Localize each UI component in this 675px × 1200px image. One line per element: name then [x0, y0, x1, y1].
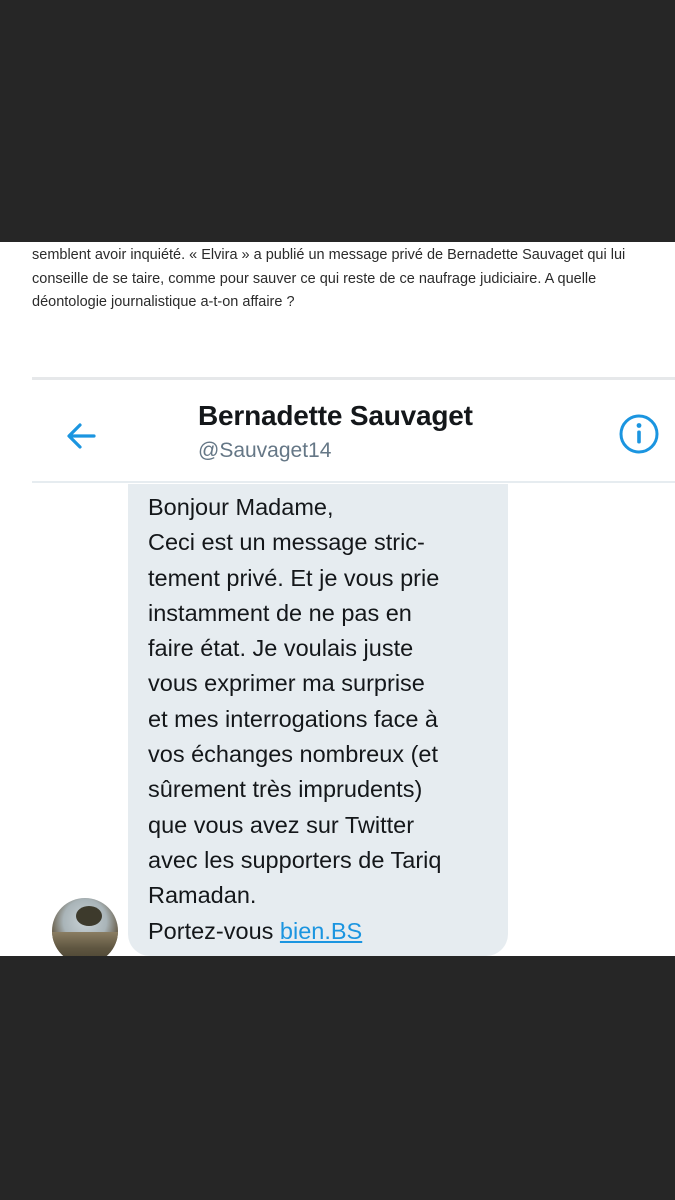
- message-line: sûrement très imprudents): [148, 776, 423, 803]
- screenshot-frame: semblent avoir inquiété. « Elvira » a pu…: [0, 0, 675, 1200]
- message-line: Ceci est un message stric-: [148, 529, 425, 556]
- article-screenshot: semblent avoir inquiété. « Elvira » a pu…: [0, 242, 675, 956]
- avatar-image: [52, 932, 118, 956]
- message-line: instamment de ne pas en: [148, 599, 412, 626]
- message-line: avec les supporters de Tariq: [148, 846, 442, 873]
- article-line: conseille de se taire, comme pour sauver…: [32, 270, 597, 287]
- info-icon: [619, 414, 659, 454]
- header-divider: [32, 481, 675, 483]
- article-line: semblent avoir inquiété. « Elvira » a pu…: [32, 247, 626, 263]
- message-line: Ramadan.: [148, 882, 257, 909]
- message-line: Bonjour Madame,: [148, 494, 334, 520]
- message-line: faire état. Je voulais juste: [148, 635, 414, 662]
- avatar-image-detail: [76, 906, 102, 926]
- message-last-line: Portez-vous bien.BS: [148, 914, 498, 949]
- conversation-handle: @Sauvaget14: [198, 439, 332, 462]
- message-line-prefix: Portez-vous: [148, 917, 280, 944]
- conversation-name: Bernadette Sauvaget: [198, 400, 473, 431]
- message-line: vous exprimer ma surprise: [148, 670, 425, 697]
- arrow-left-icon: [67, 423, 96, 449]
- back-button[interactable]: [62, 418, 98, 454]
- info-button[interactable]: [617, 412, 661, 456]
- message-link[interactable]: bien.BS: [280, 918, 362, 944]
- message-line: tement privé. Et je vous prie: [148, 564, 440, 591]
- message-line: que vous avez sur Twitter: [148, 811, 415, 838]
- message-text: Bonjour Madame, Ceci est un message stri…: [148, 490, 498, 949]
- dm-header: Bernadette Sauvaget @Sauvaget14: [0, 380, 675, 480]
- message-line: et mes interrogations face à: [148, 705, 438, 732]
- article-line: déontologie journalistique a-t-on affair…: [32, 294, 295, 310]
- message-bubble[interactable]: Bonjour Madame, Ceci est un message stri…: [128, 484, 508, 956]
- avatar[interactable]: [52, 898, 118, 956]
- message-line: vos échanges nombreux (et: [148, 741, 438, 768]
- article-paragraph: semblent avoir inquiété. « Elvira » a pu…: [32, 244, 672, 315]
